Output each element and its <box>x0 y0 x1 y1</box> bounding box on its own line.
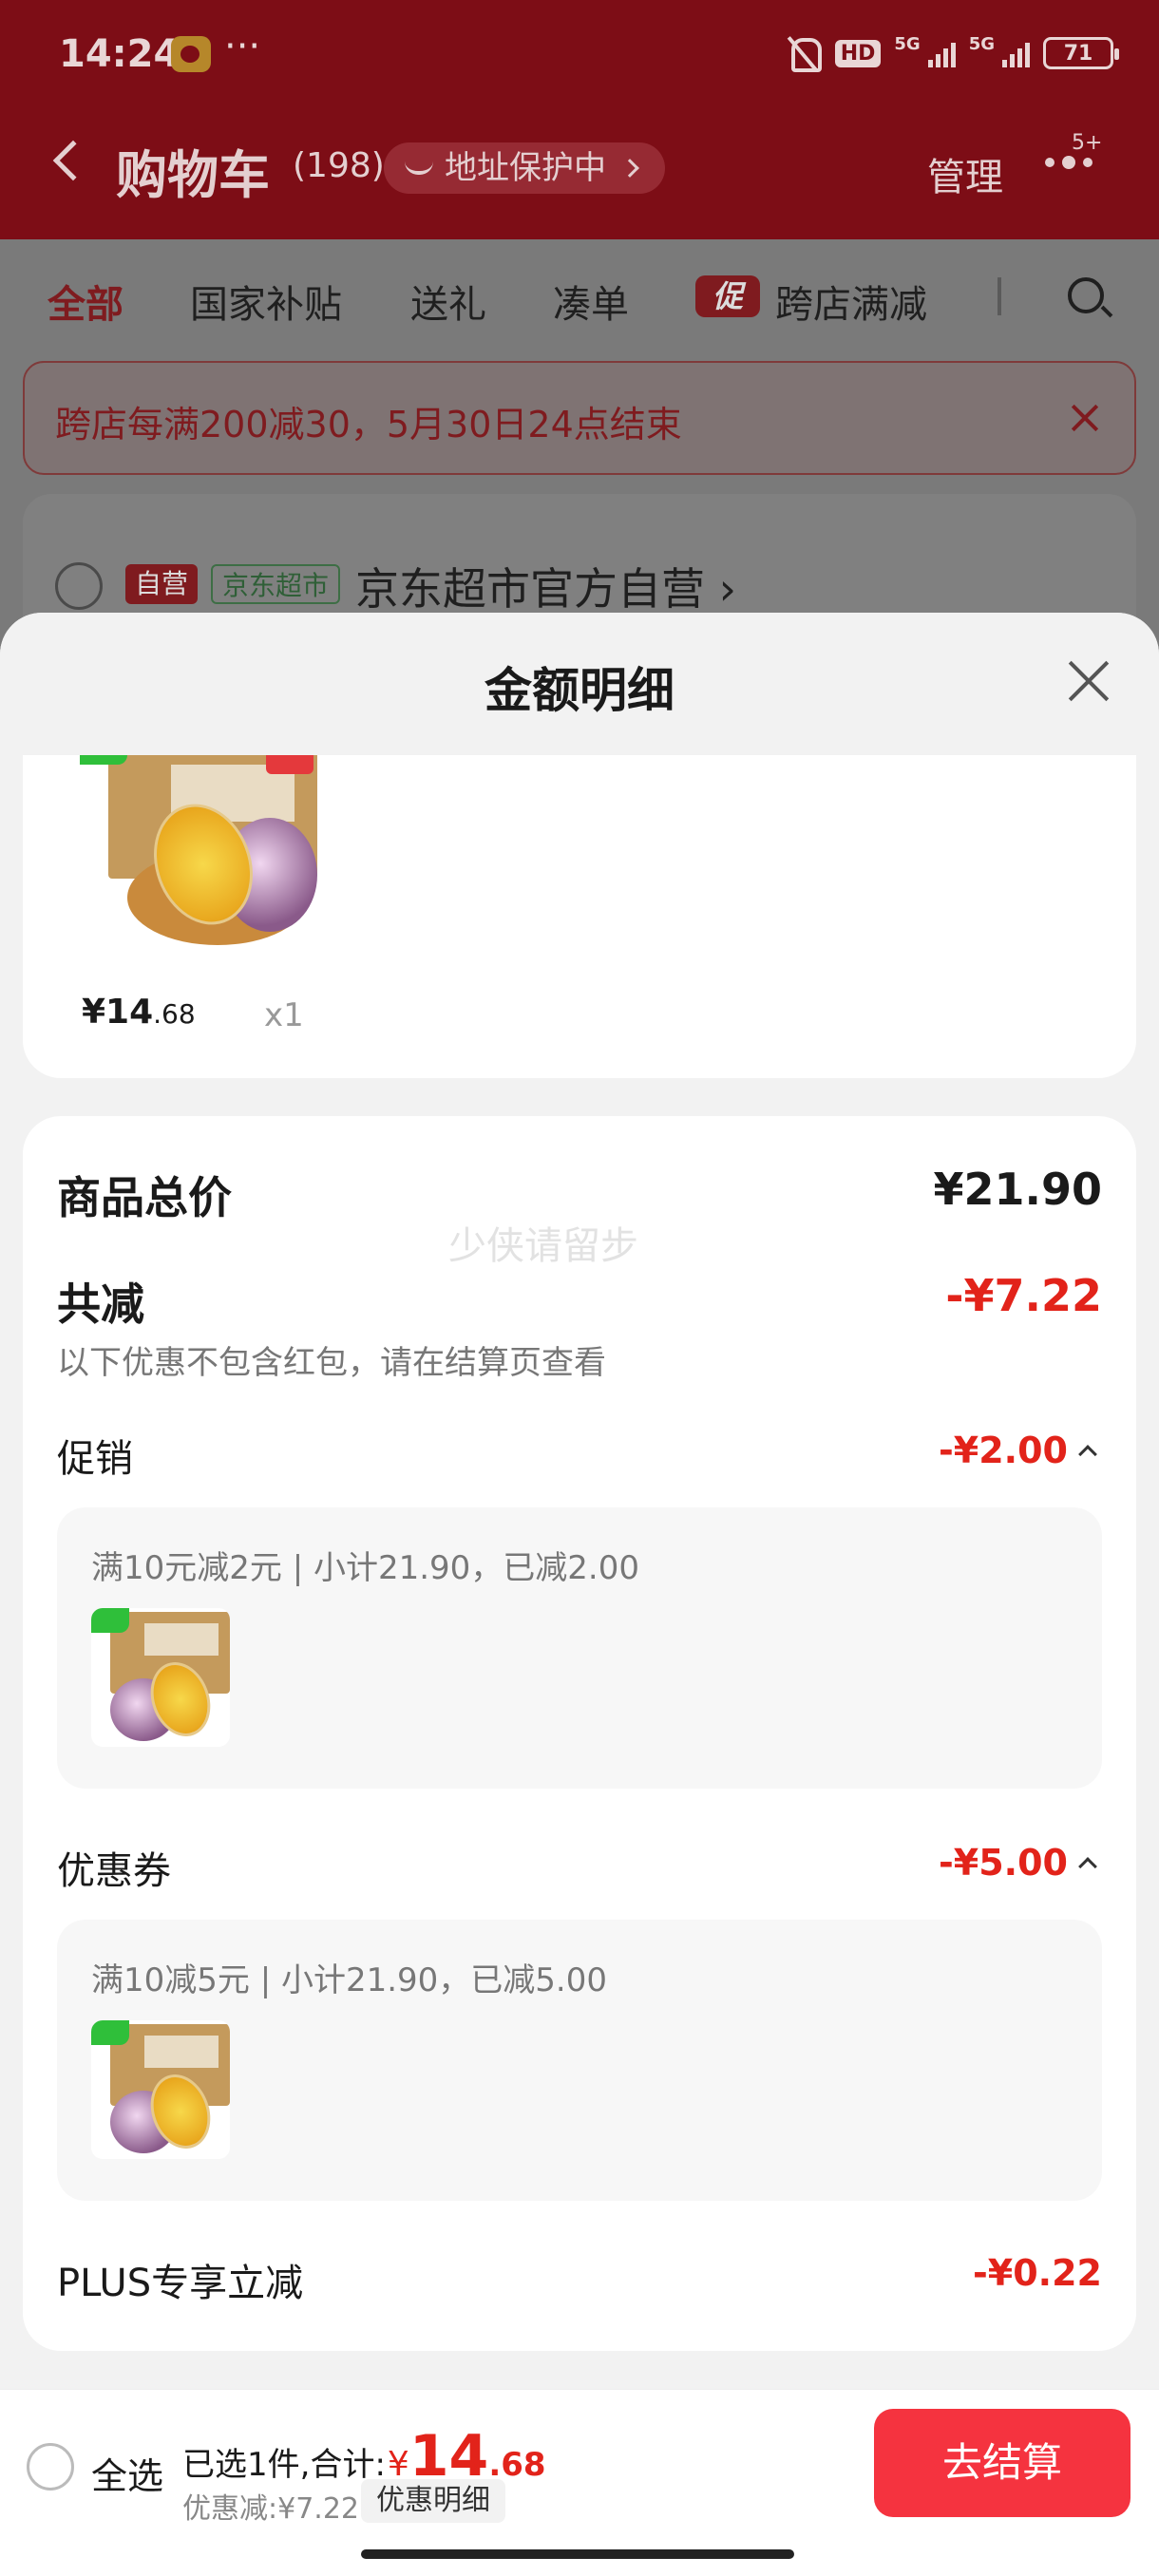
sheet-header: 金额明细 <box>0 613 1159 755</box>
coupon-detail-box: 满10减5元 | 小计21.90，已减5.00 <box>57 1920 1102 2201</box>
plus-value: -¥0.22 <box>973 2252 1102 2294</box>
coupon-label: 优惠券 <box>57 1849 171 1893</box>
coupon-product-image <box>91 2020 230 2159</box>
discount-value: -¥7.22 <box>945 1270 1102 1321</box>
promotion-toggle[interactable]: -¥2.00 <box>939 1430 1097 1471</box>
promo-tab-badge: 促 <box>695 275 760 317</box>
total-main: 14 <box>408 2423 489 2490</box>
price-breakdown-card: 商品总价 ¥21.90 少侠请留步 共减 -¥7.22 以下优惠不包含红包，请在… <box>23 1116 1136 2351</box>
jd-market-tag: 京东超市 <box>211 564 341 604</box>
product-card: ¥14.68 x1 <box>23 736 1136 1078</box>
status-indicators: HD 5G 5G 71 <box>784 34 1119 72</box>
item-price: ¥14.68 <box>82 993 196 1032</box>
tab-gift[interactable]: 送礼 <box>410 274 486 329</box>
battery-icon: 71 <box>1043 37 1119 69</box>
discount-label: 共减 <box>57 1279 144 1330</box>
chevron-right-icon <box>620 159 639 178</box>
address-protect-pill[interactable]: 地址保护中 <box>384 142 665 194</box>
close-icon[interactable] <box>1068 401 1102 435</box>
self-operated-tag: 自营 <box>125 564 199 604</box>
promotion-detail: 满10元减2元 | 小计21.90，已减2.00 <box>91 1549 640 1587</box>
tab-divider <box>998 277 1001 315</box>
total-value: ¥21.90 <box>933 1164 1102 1215</box>
signal-icon <box>927 39 956 67</box>
page-title: 购物车 <box>116 145 270 205</box>
selected-text: 已选1件,合计: <box>182 2446 386 2484</box>
signal-label-2: 5G <box>968 34 995 54</box>
message-badge: 5+ <box>1072 131 1103 155</box>
promotion-product-image <box>91 1608 230 1747</box>
more-menu-icon[interactable] <box>1045 156 1092 169</box>
close-icon[interactable] <box>1068 660 1110 702</box>
filter-tabs: 全部 国家补贴 送礼 凑单 促 跨店满减 <box>0 239 1159 363</box>
address-protect-label: 地址保护中 <box>445 149 606 187</box>
smile-icon <box>405 161 433 175</box>
sheet-title: 金额明细 <box>484 663 674 718</box>
watermark: 少侠请留步 <box>448 1224 638 1268</box>
back-icon[interactable] <box>52 140 94 181</box>
product-image <box>80 736 346 955</box>
promotion-detail-box: 满10元减2元 | 小计21.90，已减2.00 <box>57 1507 1102 1789</box>
coupon-detail: 满10减5元 | 小计21.90，已减5.00 <box>91 1961 608 1999</box>
bell-off-icon <box>784 34 822 72</box>
promotion-value: -¥2.00 <box>939 1430 1068 1471</box>
tab-bundle[interactable]: 凑单 <box>553 274 629 329</box>
coupon-toggle[interactable]: -¥5.00 <box>939 1842 1097 1884</box>
tab-all[interactable]: 全部 <box>48 274 124 329</box>
home-indicator[interactable] <box>361 2549 794 2559</box>
status-time: 14:24 <box>59 32 180 76</box>
signal-icon-2 <box>1002 39 1030 67</box>
item-quantity: x1 <box>264 996 304 1034</box>
select-all-label[interactable]: 全选 <box>91 2447 163 2499</box>
plus-label: PLUS专享立减 <box>57 2262 304 2305</box>
amount-detail-sheet: ¥14.68 x1 金额明细 商品总价 ¥21.90 少侠请留步 共减 -¥7.… <box>0 613 1159 2389</box>
store-name[interactable]: 京东超市官方自营 › <box>355 555 736 617</box>
chevron-up-icon <box>1078 1445 1097 1464</box>
tab-national-subsidy[interactable]: 国家补贴 <box>190 274 342 329</box>
tab-cross-store[interactable]: 跨店满减 <box>775 274 927 329</box>
search-icon[interactable] <box>1068 277 1104 313</box>
select-all-radio[interactable] <box>27 2443 74 2491</box>
manage-button[interactable]: 管理 <box>927 146 1003 201</box>
status-bar: 14:24 ··· HD 5G 5G 71 <box>0 0 1159 112</box>
cart-header: 14:24 ··· HD 5G 5G 71 购物车 (198) 地址保护中 管理… <box>0 0 1159 239</box>
weibo-icon <box>171 36 211 72</box>
signal-label-1: 5G <box>894 34 921 54</box>
total-currency: ¥ <box>387 2445 409 2484</box>
item-price-main: ¥14 <box>82 993 154 1032</box>
nav-bar: 购物车 (198) 地址保护中 管理 5+ <box>0 123 1159 218</box>
discount-detail-button[interactable]: 优惠明细 <box>361 2479 505 2523</box>
promotion-label: 促销 <box>57 1437 133 1481</box>
status-more: ··· <box>224 25 261 68</box>
total-decimal: .68 <box>488 2446 546 2484</box>
total-label: 商品总价 <box>57 1172 232 1223</box>
hd-badge: HD <box>834 39 882 67</box>
saved-amount: 优惠减:¥7.22 <box>182 2492 359 2526</box>
checkout-bar: 全选 已选1件,合计: ¥ 14 .68 优惠减:¥7.22 优惠明细 去结算 <box>0 2389 1159 2576</box>
item-price-decimal: .68 <box>153 998 196 1030</box>
chevron-up-icon <box>1078 1857 1097 1876</box>
checkout-button[interactable]: 去结算 <box>874 2409 1130 2517</box>
promo-banner-text: 跨店每满200减30，5月30日24点结束 <box>55 404 682 445</box>
selected-summary: 已选1件,合计: ¥ 14 .68 <box>182 2428 546 2485</box>
cart-count: (198) <box>293 146 385 185</box>
discount-note: 以下优惠不包含红包，请在结算页查看 <box>57 1344 606 1382</box>
coupon-value: -¥5.00 <box>939 1842 1068 1884</box>
promo-banner: 跨店每满200减30，5月30日24点结束 <box>23 361 1136 475</box>
store-select-radio[interactable] <box>55 562 103 610</box>
